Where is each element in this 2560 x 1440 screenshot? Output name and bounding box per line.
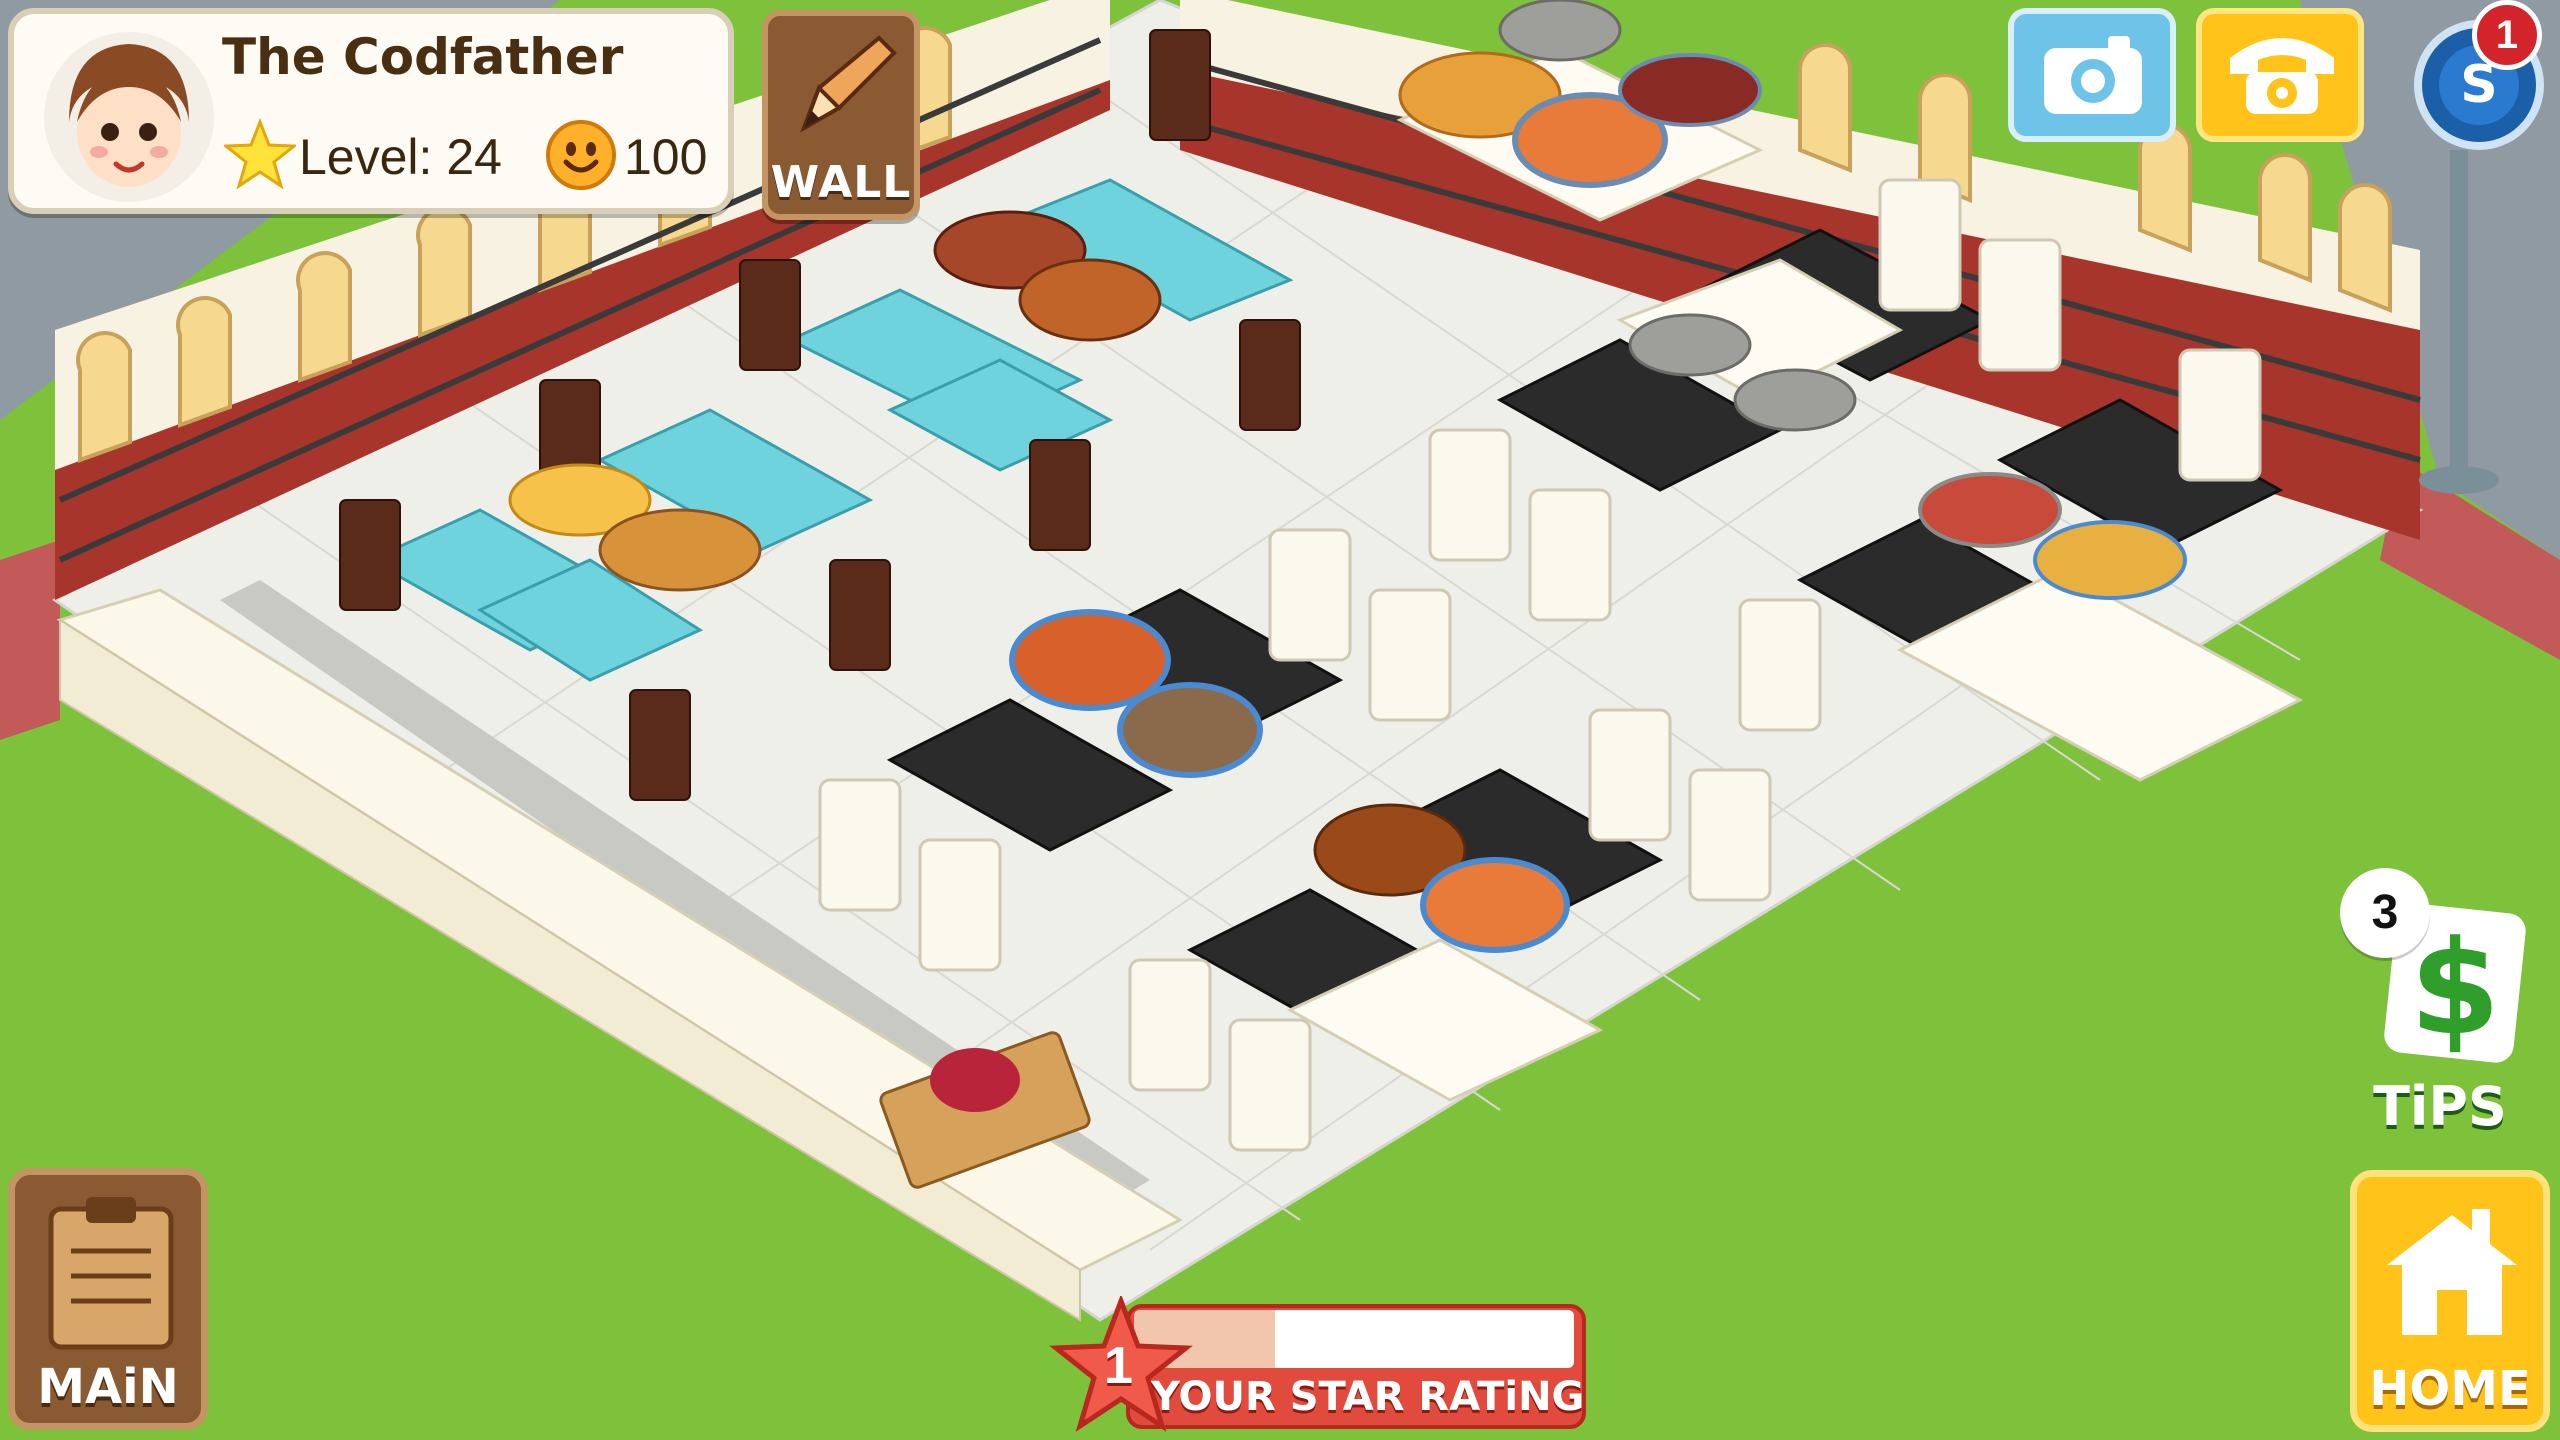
star-rating-bar[interactable]: 1 YOUR STAR RATiNG bbox=[1046, 1296, 1586, 1436]
white-chair bbox=[1428, 428, 1512, 562]
tbone-dish bbox=[1918, 472, 2062, 548]
level-and-coins-row: Level: 24 100 bbox=[224, 116, 724, 196]
tips-label: TiPS bbox=[2373, 1075, 2507, 1138]
white-chair bbox=[1128, 958, 1212, 1092]
home-button-label: HOME bbox=[2369, 1361, 2531, 1417]
white-chair bbox=[1588, 708, 1672, 842]
white-chair bbox=[2178, 348, 2262, 482]
pencil-icon bbox=[800, 35, 897, 133]
camera-icon bbox=[2044, 36, 2142, 114]
star-icon bbox=[224, 118, 296, 190]
coin-count: 100 bbox=[624, 129, 708, 185]
white-chair bbox=[918, 838, 1002, 972]
wooden-chair bbox=[339, 499, 401, 611]
phone-button[interactable] bbox=[2196, 8, 2364, 142]
tips-button[interactable]: $ 3 TiPS bbox=[2340, 868, 2540, 1148]
main-button-label: MAiN bbox=[37, 1359, 179, 1415]
wooden-chair bbox=[829, 559, 891, 671]
round-table bbox=[1498, 0, 1622, 62]
level-label: Level: 24 bbox=[299, 129, 502, 185]
star-rating-level: 1 bbox=[1104, 1337, 1133, 1395]
sidewalk-left bbox=[0, 540, 60, 740]
wooden-chair bbox=[739, 259, 801, 371]
round-table bbox=[1733, 368, 1857, 432]
white-chair bbox=[818, 778, 902, 912]
steak-dish bbox=[1618, 53, 1762, 127]
white-chair bbox=[1368, 588, 1452, 722]
white-chair bbox=[1738, 598, 1822, 732]
gumbo-bowl bbox=[1117, 682, 1263, 778]
home-button[interactable]: HOME bbox=[2350, 1170, 2550, 1432]
house-icon bbox=[2387, 1209, 2517, 1335]
tips-count-badge: 3 bbox=[2340, 868, 2430, 958]
wall-button-label: WALL bbox=[770, 157, 912, 208]
phone-icon bbox=[2230, 38, 2334, 114]
player-profile-panel[interactable]: The Codfather Level: 24 100 bbox=[8, 8, 734, 214]
white-chair bbox=[1878, 178, 1962, 312]
burgers-dish bbox=[598, 508, 762, 592]
chef-avatar bbox=[44, 32, 214, 202]
restaurant-scene[interactable] bbox=[0, 0, 2560, 1440]
cake-dish bbox=[1018, 258, 1162, 342]
wooden-chair bbox=[1029, 439, 1091, 551]
ham bbox=[930, 1048, 1020, 1112]
white-chair bbox=[1228, 1018, 1312, 1152]
main-menu-button[interactable]: MAiN bbox=[8, 1168, 208, 1430]
wall-edit-button[interactable]: WALL bbox=[762, 10, 920, 220]
wooden-chair bbox=[629, 689, 691, 801]
wooden-chair bbox=[1239, 319, 1301, 431]
coin-smiley-icon bbox=[546, 120, 616, 190]
star-rating-label: YOUR STAR RATiNG bbox=[1151, 1374, 1585, 1420]
camera-button[interactable] bbox=[2008, 8, 2176, 142]
white-chair bbox=[1688, 768, 1772, 902]
round-table bbox=[1628, 313, 1752, 377]
white-chair bbox=[1268, 528, 1352, 662]
clipboard-icon bbox=[48, 1197, 174, 1350]
skewers-dish bbox=[2033, 520, 2187, 600]
stew-bowl-2 bbox=[1420, 857, 1570, 953]
white-chair bbox=[1978, 238, 2062, 372]
player-name: The Codfather bbox=[222, 28, 624, 86]
white-chair bbox=[1528, 488, 1612, 622]
notification-badge: 1 bbox=[2472, 0, 2542, 70]
wooden-chair bbox=[1149, 29, 1211, 141]
